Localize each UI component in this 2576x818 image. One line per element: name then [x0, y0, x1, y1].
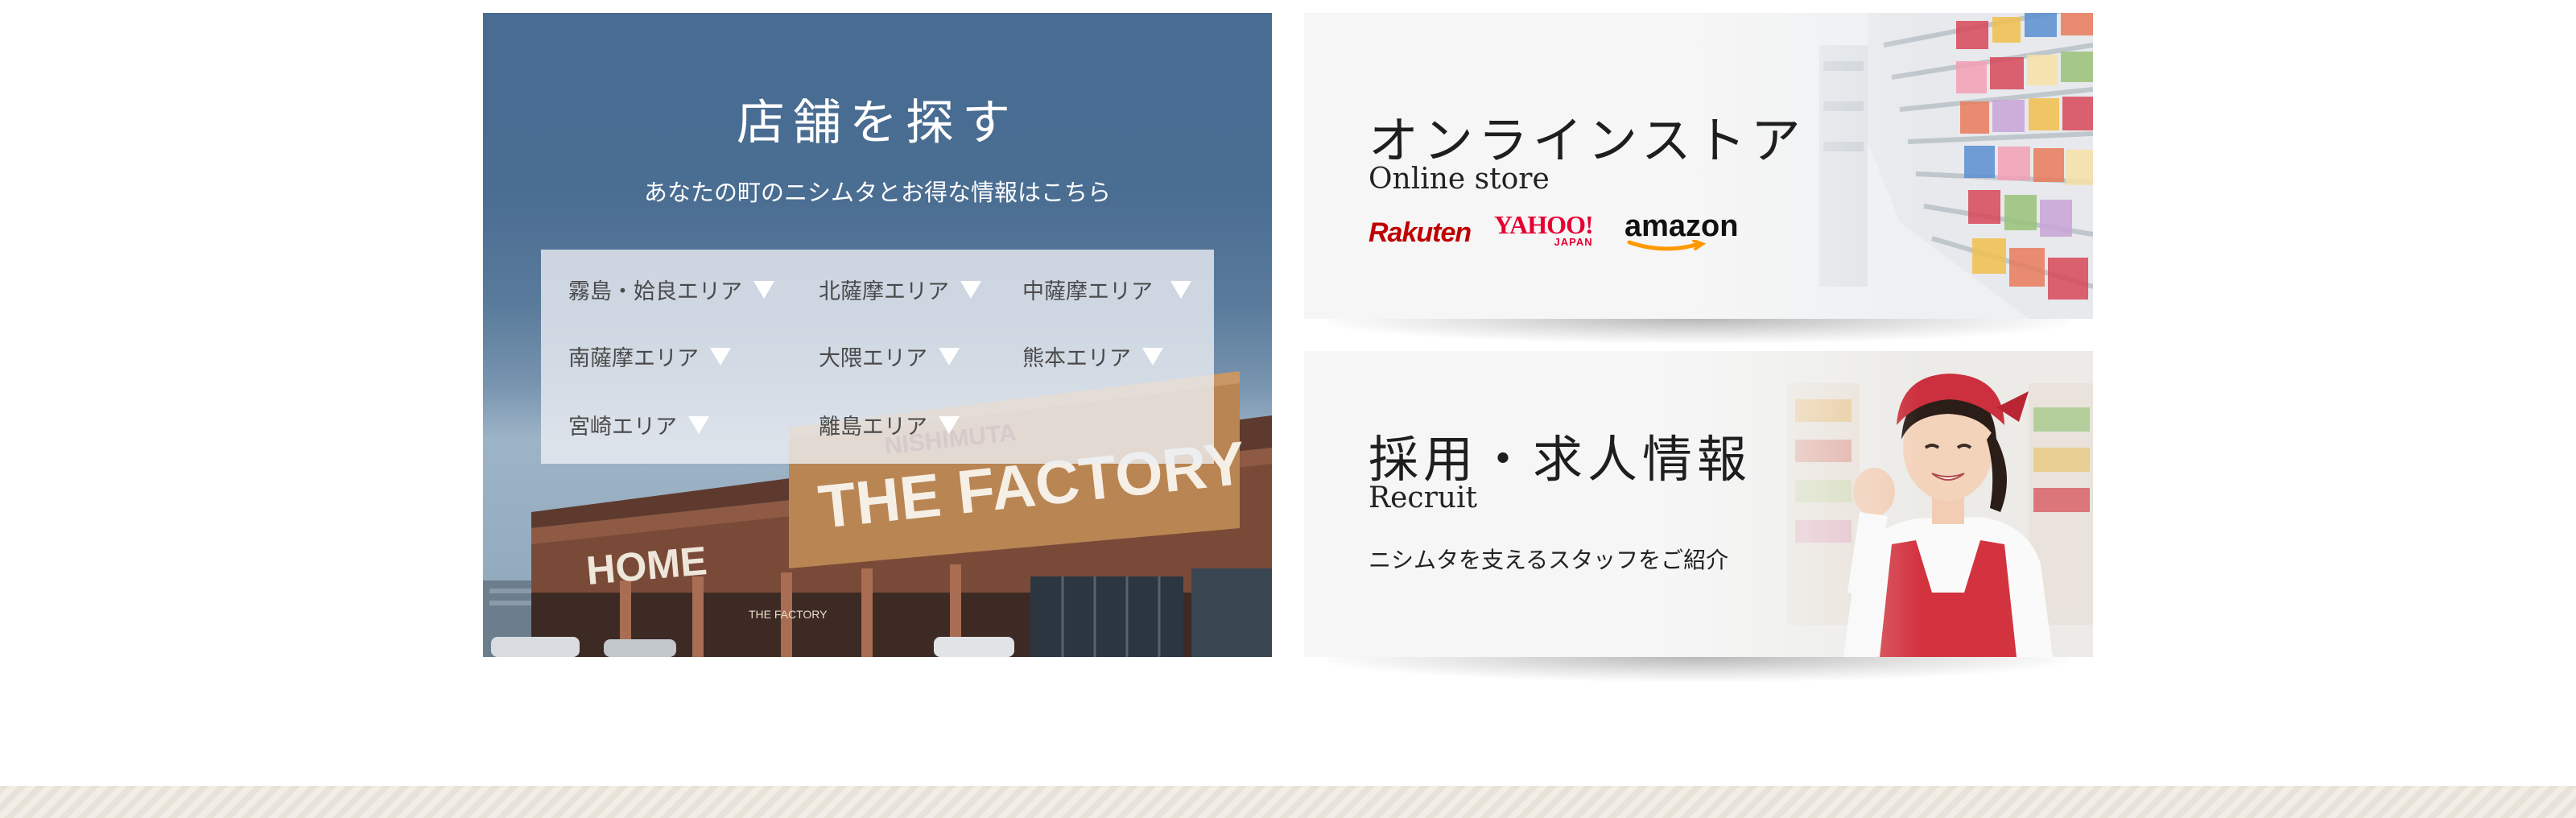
online-store-subtitle: Online store — [1368, 163, 1550, 196]
online-store-card[interactable]: オンラインストア Online store Rakuten YAHOO! JAP… — [1304, 13, 2093, 343]
area-link-naka-satsuma[interactable]: 中薩摩エリア — [1022, 274, 1191, 305]
triangle-down-icon — [710, 347, 731, 366]
recruit-card-shadow — [1328, 657, 2069, 681]
page: THE FACTORY NISHIMUTA HOME THE FACTORY 店… — [0, 0, 2576, 818]
rakuten-logo-text: Rakuten — [1368, 217, 1472, 248]
amazon-smile-icon — [1627, 240, 1707, 251]
area-link-miyazaki[interactable]: 宮崎エリア — [568, 409, 709, 440]
online-store-title: オンラインストア — [1368, 111, 1806, 170]
amazon-logo-text: amazon — [1624, 209, 1739, 243]
recruit-title: 採用・求人情報 — [1368, 430, 1752, 489]
online-store-card-shadow — [1328, 319, 2069, 343]
area-link-osumi[interactable]: 大隈エリア — [819, 341, 960, 372]
footer-pattern-stripe — [0, 786, 2576, 818]
triangle-down-icon — [939, 347, 960, 366]
yahoo-logo-subtext: JAPAN — [1554, 236, 1593, 248]
store-finder-title: 店舗を探す — [737, 95, 1018, 151]
store-finder-panel: THE FACTORY NISHIMUTA HOME THE FACTORY 店… — [483, 13, 1272, 657]
triangle-down-icon — [1170, 280, 1191, 299]
area-label: 離島エリア — [819, 415, 927, 440]
area-label: 南薩摩エリア — [568, 346, 699, 371]
area-label: 宮崎エリア — [568, 415, 677, 440]
triangle-down-icon — [688, 415, 709, 434]
rakuten-logo[interactable]: Rakuten — [1368, 213, 1472, 253]
area-list: 霧島・姶良エリア 北薩摩エリア 中薩摩エリア 南薩摩エリア 大隈エリア 熊本エリ… — [541, 250, 1214, 464]
triangle-down-icon — [1142, 347, 1163, 366]
recruit-card[interactable]: 採用・求人情報 Recruit ニシムタを支えるスタッフをご紹介 — [1304, 351, 2093, 681]
triangle-down-icon — [939, 415, 960, 434]
online-store-card-body: オンラインストア Online store Rakuten YAHOO! JAP… — [1304, 13, 2093, 319]
area-label: 中薩摩エリア — [1022, 279, 1153, 304]
area-label: 霧島・姶良エリア — [568, 279, 742, 304]
area-link-kita-satsuma[interactable]: 北薩摩エリア — [819, 274, 981, 305]
yahoo-japan-logo[interactable]: YAHOO! JAPAN — [1494, 210, 1594, 253]
amazon-logo[interactable]: amazon — [1624, 209, 1739, 253]
area-link-kirishima-aira[interactable]: 霧島・姶良エリア — [568, 274, 774, 305]
area-label: 熊本エリア — [1022, 346, 1131, 371]
triangle-down-icon — [753, 280, 774, 299]
recruit-card-body: 採用・求人情報 Recruit ニシムタを支えるスタッフをご紹介 — [1304, 351, 2093, 657]
small-factory-sign-text: THE FACTORY — [749, 608, 828, 621]
triangle-down-icon — [960, 280, 981, 299]
area-link-ritou[interactable]: 離島エリア — [819, 409, 960, 440]
area-link-kumamoto[interactable]: 熊本エリア — [1022, 341, 1163, 372]
recruit-description: ニシムタを支えるスタッフをご紹介 — [1368, 547, 1729, 573]
area-label: 大隈エリア — [819, 346, 927, 371]
store-finder-subtitle: あなたの町のニシムタとお得な情報はこちら — [643, 179, 1111, 206]
area-link-minami-satsuma[interactable]: 南薩摩エリア — [568, 341, 731, 372]
home-sign-text: HOME — [584, 538, 708, 593]
yahoo-logo-text: YAHOO! — [1494, 210, 1594, 239]
area-label: 北薩摩エリア — [819, 279, 949, 304]
recruit-subtitle: Recruit — [1368, 481, 1477, 514]
